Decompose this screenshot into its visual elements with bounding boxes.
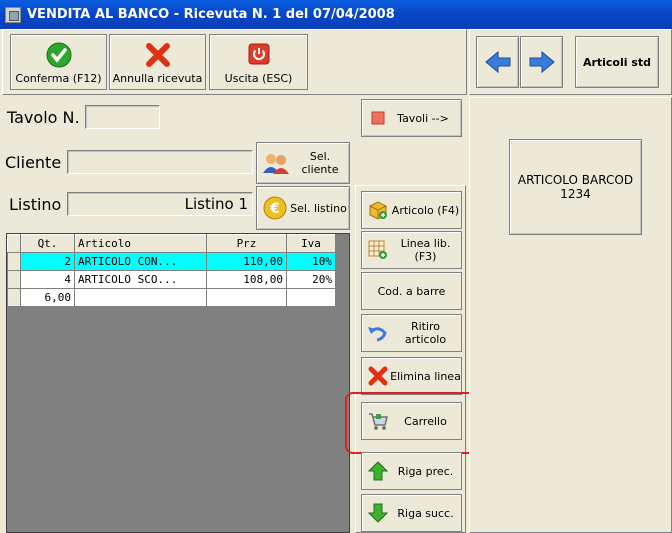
cart-highlight-outline	[345, 392, 476, 454]
row-indicator	[7, 252, 21, 271]
select-pricelist-button[interactable]: € Sel. listino	[256, 186, 350, 230]
product-tile-name: ARTICOLO BARCOD	[517, 173, 634, 187]
row-indicator	[7, 270, 21, 289]
table-header-row: Qt. Articolo Prz Iva	[7, 234, 336, 253]
client-field[interactable]	[67, 150, 253, 174]
product-tile-code: 1234	[560, 187, 591, 201]
tables-label: Tavoli -->	[397, 111, 449, 125]
cancel-label: Annulla ricevuta	[112, 72, 203, 85]
check-icon	[45, 41, 73, 69]
arrow-up-icon	[366, 460, 390, 482]
next-page-button[interactable]	[520, 36, 563, 88]
select-client-button[interactable]: Sel. cliente	[256, 142, 350, 184]
cell-price[interactable]: 110,00	[206, 252, 287, 271]
window-title: VENDITA AL BANCO - Ricevuta N. 1 del 07/…	[27, 7, 395, 22]
table-number-field[interactable]	[85, 105, 160, 129]
total-row: 6,00	[7, 288, 336, 307]
grid-add-icon	[366, 239, 390, 261]
previous-page-button[interactable]	[476, 36, 519, 88]
svg-text:€: €	[269, 201, 280, 217]
delete-line-button[interactable]: Elimina linea	[361, 357, 462, 395]
select-client-label: Sel. cliente	[301, 150, 339, 176]
table-row[interactable]: 2 ARTICOLO CON... 110,00 10%	[7, 252, 336, 271]
cell-article[interactable]: ARTICOLO SCO...	[74, 270, 207, 289]
pricelist-field[interactable]: Listino 1	[67, 192, 253, 216]
confirm-label: Conferma (F12)	[15, 72, 102, 85]
previous-row-label: Riga prec.	[397, 464, 454, 478]
receipt-grid[interactable]: Qt. Articolo Prz Iva 2 ARTICOLO CON... 1…	[6, 233, 350, 533]
exit-label: Uscita (ESC)	[224, 72, 293, 85]
column-header-article[interactable]: Articolo	[74, 234, 207, 253]
cell-qty[interactable]: 4	[20, 270, 75, 289]
app-icon	[5, 6, 21, 23]
select-pricelist-label: Sel. listino	[290, 201, 347, 215]
next-row-button[interactable]: Riga succ.	[361, 494, 462, 532]
exit-button[interactable]: Uscita (ESC)	[209, 34, 308, 90]
euro-coin-icon: €	[262, 195, 288, 221]
return-article-button[interactable]: Ritiro articolo	[361, 314, 462, 352]
cell-article[interactable]: ARTICOLO CON...	[74, 252, 207, 271]
return-article-label: Ritiro articolo	[404, 320, 447, 346]
cross-icon	[144, 41, 172, 69]
cell-vat[interactable]: 10%	[286, 252, 336, 271]
free-line-button[interactable]: Linea lib. (F3)	[361, 231, 462, 269]
undo-arrow-icon	[366, 323, 390, 343]
confirm-button[interactable]: Conferma (F12)	[10, 34, 107, 90]
cancel-receipt-button[interactable]: Annulla ricevuta	[109, 34, 206, 90]
total-qty: 6,00	[20, 288, 75, 307]
article-label: Articolo (F4)	[391, 203, 460, 217]
arrow-left-icon	[484, 50, 512, 74]
column-header-price[interactable]: Prz	[206, 234, 287, 253]
users-icon	[261, 151, 291, 175]
table-row[interactable]: 4 ARTICOLO SCO... 108,00 20%	[7, 270, 336, 289]
arrow-right-icon	[528, 50, 556, 74]
tables-icon	[371, 111, 385, 125]
barcode-button[interactable]: Cod. a barre	[361, 272, 462, 310]
standard-articles-label: Articoli std	[582, 55, 652, 69]
client-label: Cliente	[5, 153, 62, 172]
delete-cross-icon	[366, 365, 390, 387]
total-article-cell	[74, 288, 207, 307]
tables-button[interactable]: Tavoli -->	[361, 99, 462, 137]
row-indicator	[7, 288, 21, 307]
next-row-label: Riga succ.	[397, 506, 454, 520]
free-line-label: Linea lib. (F3)	[400, 237, 451, 263]
cell-vat[interactable]: 20%	[286, 270, 336, 289]
cell-price[interactable]: 108,00	[206, 270, 287, 289]
pricelist-label: Listino	[9, 195, 62, 214]
column-header-qty[interactable]: Qt.	[20, 234, 75, 253]
standard-articles-button[interactable]: Articoli std	[575, 36, 659, 88]
row-indicator-header	[7, 234, 21, 253]
table-number-label: Tavolo N.	[7, 108, 80, 127]
box-icon	[366, 199, 390, 221]
barcode-label: Cod. a barre	[377, 284, 446, 298]
column-header-vat[interactable]: Iva	[286, 234, 336, 253]
previous-row-button[interactable]: Riga prec.	[361, 452, 462, 490]
receipt-table: Qt. Articolo Prz Iva 2 ARTICOLO CON... 1…	[7, 234, 336, 307]
power-icon	[246, 41, 272, 67]
total-price-cell	[206, 288, 287, 307]
arrow-down-icon	[366, 502, 390, 524]
product-tile-button[interactable]: ARTICOLO BARCOD 1234	[509, 139, 642, 235]
delete-line-label: Elimina linea	[390, 369, 461, 383]
article-button[interactable]: Articolo (F4)	[361, 191, 462, 229]
cell-qty[interactable]: 2	[20, 252, 75, 271]
title-bar: VENDITA AL BANCO - Ricevuta N. 1 del 07/…	[0, 0, 672, 29]
total-vat-cell	[286, 288, 336, 307]
